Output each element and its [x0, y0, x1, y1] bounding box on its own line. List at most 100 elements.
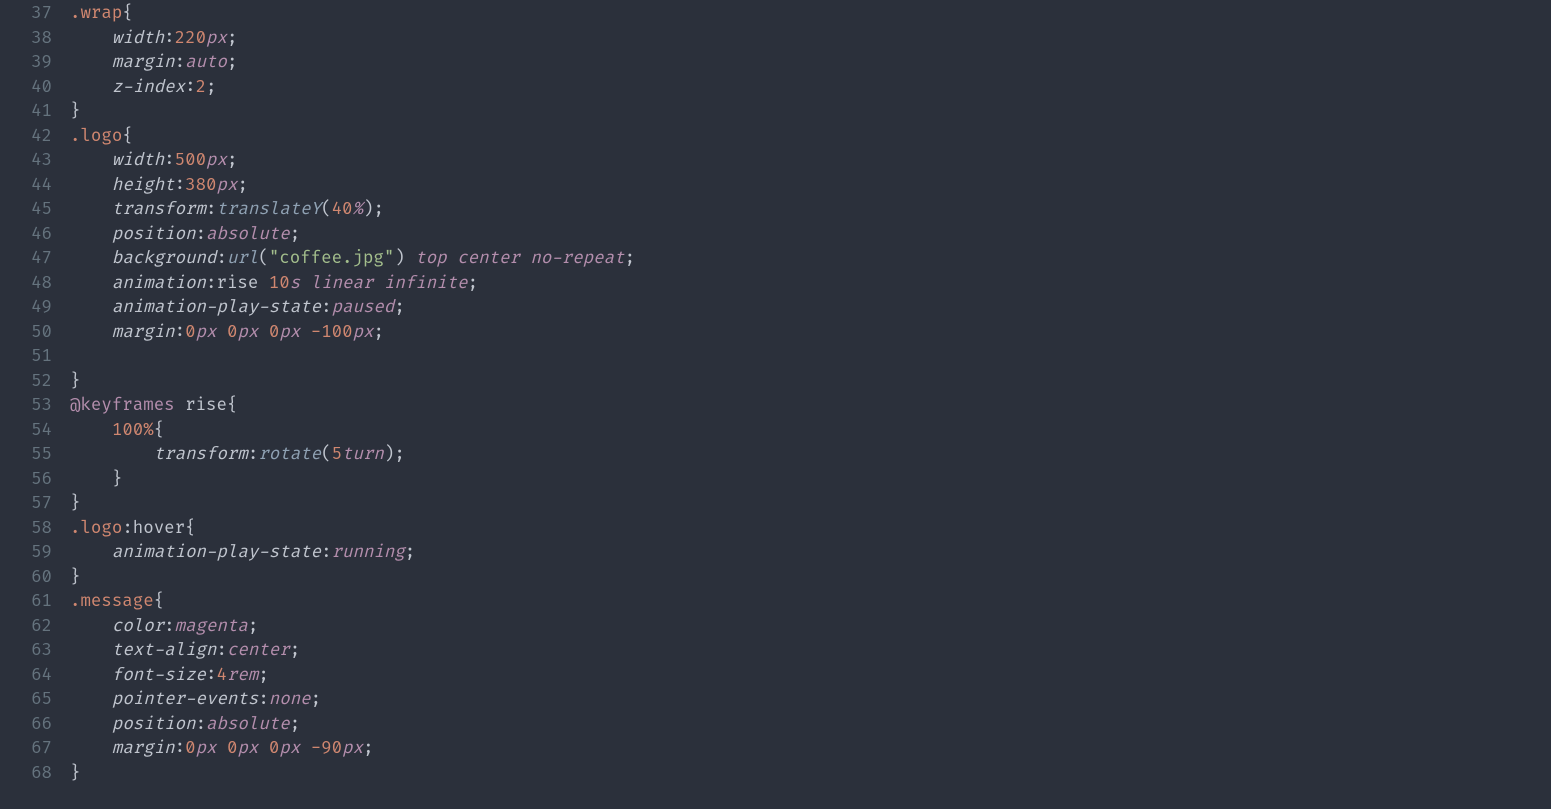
code-line[interactable]: z-index:2; — [70, 76, 1551, 101]
token-punct: ; — [394, 297, 404, 318]
token-punct: : — [258, 689, 268, 710]
token-punct: ; — [248, 616, 258, 637]
token-punct: : — [185, 77, 195, 98]
code-line[interactable]: } — [70, 100, 1551, 125]
token-num: 0 — [269, 322, 279, 343]
code-line[interactable]: transform:rotate(5turn); — [70, 443, 1551, 468]
code-line[interactable]: text-align:center; — [70, 639, 1551, 664]
code-line[interactable]: .wrap{ — [70, 2, 1551, 27]
token-prop: transform — [154, 444, 248, 465]
code-line[interactable]: font-size:4rem; — [70, 664, 1551, 689]
code-line[interactable]: margin:auto; — [70, 51, 1551, 76]
code-line[interactable]: transform:translateY(40%); — [70, 198, 1551, 223]
token-unit: px — [196, 322, 217, 343]
line-number: 47 — [0, 247, 52, 272]
token-kw: infinite — [384, 273, 468, 294]
token-kw: auto — [185, 52, 227, 73]
code-line[interactable] — [70, 345, 1551, 370]
token-kw: center — [227, 640, 290, 661]
code-line[interactable]: } — [70, 468, 1551, 493]
token-indent — [70, 640, 112, 661]
token-indent — [70, 28, 112, 49]
code-line[interactable]: } — [70, 492, 1551, 517]
line-number: 63 — [0, 639, 52, 664]
token-unit: px — [237, 738, 258, 759]
line-number: 46 — [0, 223, 52, 248]
token-num: -100 — [311, 322, 353, 343]
line-number: 50 — [0, 321, 52, 346]
code-line[interactable]: position:absolute; — [70, 713, 1551, 738]
line-number: 66 — [0, 713, 52, 738]
token-punct: ; — [373, 199, 383, 220]
token-indent — [70, 420, 112, 441]
code-line[interactable]: @keyframes rise{ — [70, 394, 1551, 419]
token-prop: position — [112, 224, 196, 245]
token-func: rotate — [258, 444, 321, 465]
token-sel: .wrap — [70, 3, 122, 24]
token-punct: : — [164, 150, 174, 171]
token-prop: height — [112, 175, 175, 196]
token-at: @keyframes — [70, 395, 175, 416]
code-line[interactable]: .logo{ — [70, 125, 1551, 150]
token-punct: ; — [206, 77, 216, 98]
token-brace: } — [70, 101, 80, 122]
code-line[interactable]: pointer-events:none; — [70, 688, 1551, 713]
code-line[interactable]: .message{ — [70, 590, 1551, 615]
code-line[interactable]: } — [70, 370, 1551, 395]
line-number: 59 — [0, 541, 52, 566]
token-ident: rise — [216, 273, 268, 294]
token-kw: none — [269, 689, 311, 710]
token-punct: ; — [227, 150, 237, 171]
token-punct: ; — [237, 175, 247, 196]
token-punct: : — [175, 738, 185, 759]
token-punct: ; — [374, 322, 384, 343]
code-line[interactable]: animation:rise 10s linear infinite; — [70, 272, 1551, 297]
code-line[interactable]: } — [70, 762, 1551, 787]
code-editor[interactable]: 3738394041424344454647484950515253545556… — [0, 0, 1551, 786]
token-punct: : — [321, 542, 331, 563]
code-line[interactable]: margin:0px 0px 0px -100px; — [70, 321, 1551, 346]
token-indent — [70, 542, 112, 563]
token-indent — [70, 150, 112, 171]
token-kw: magenta — [175, 616, 248, 637]
token-brace: } — [70, 493, 80, 514]
token-prop: animation-play-state — [112, 542, 321, 563]
code-line[interactable]: 100%{ — [70, 419, 1551, 444]
code-line[interactable]: width:500px; — [70, 149, 1551, 174]
token-prop: animation-play-state — [112, 297, 321, 318]
token-indent — [70, 199, 112, 220]
token-punct: ; — [258, 665, 268, 686]
token-kw: no-repeat — [530, 248, 624, 269]
token-pct: 100% — [112, 420, 154, 441]
line-number: 52 — [0, 370, 52, 395]
token-num: 0 — [227, 322, 237, 343]
code-line[interactable]: animation-play-state:paused; — [70, 296, 1551, 321]
code-line[interactable]: color:magenta; — [70, 615, 1551, 640]
line-number: 43 — [0, 149, 52, 174]
token-punct: ( — [258, 248, 268, 269]
token-num: 380 — [185, 175, 216, 196]
token-num: 10 — [269, 273, 290, 294]
code-line[interactable]: .logo:hover{ — [70, 517, 1551, 542]
code-line[interactable]: margin:0px 0px 0px -90px; — [70, 737, 1551, 762]
token-unit: rem — [227, 665, 258, 686]
token-prop: margin — [112, 738, 175, 759]
token-punct: : — [206, 273, 216, 294]
token-kw: top — [415, 248, 446, 269]
token-brace: { — [227, 395, 237, 416]
token-indent — [70, 52, 112, 73]
code-line[interactable]: background:url("coffee.jpg") top center … — [70, 247, 1551, 272]
code-line[interactable]: position:absolute; — [70, 223, 1551, 248]
token-punct: ( — [321, 199, 331, 220]
code-area[interactable]: .wrap{ width:220px; margin:auto; z-index… — [70, 2, 1551, 786]
token-sel: .logo — [70, 518, 122, 539]
token-prop: width — [112, 28, 164, 49]
code-line[interactable]: height:380px; — [70, 174, 1551, 199]
code-line[interactable]: } — [70, 566, 1551, 591]
code-line[interactable]: animation-play-state:running; — [70, 541, 1551, 566]
token-indent — [70, 689, 112, 710]
line-number: 41 — [0, 100, 52, 125]
code-line[interactable]: width:220px; — [70, 27, 1551, 52]
token-unit: turn — [342, 444, 384, 465]
token-num: 4 — [216, 665, 226, 686]
